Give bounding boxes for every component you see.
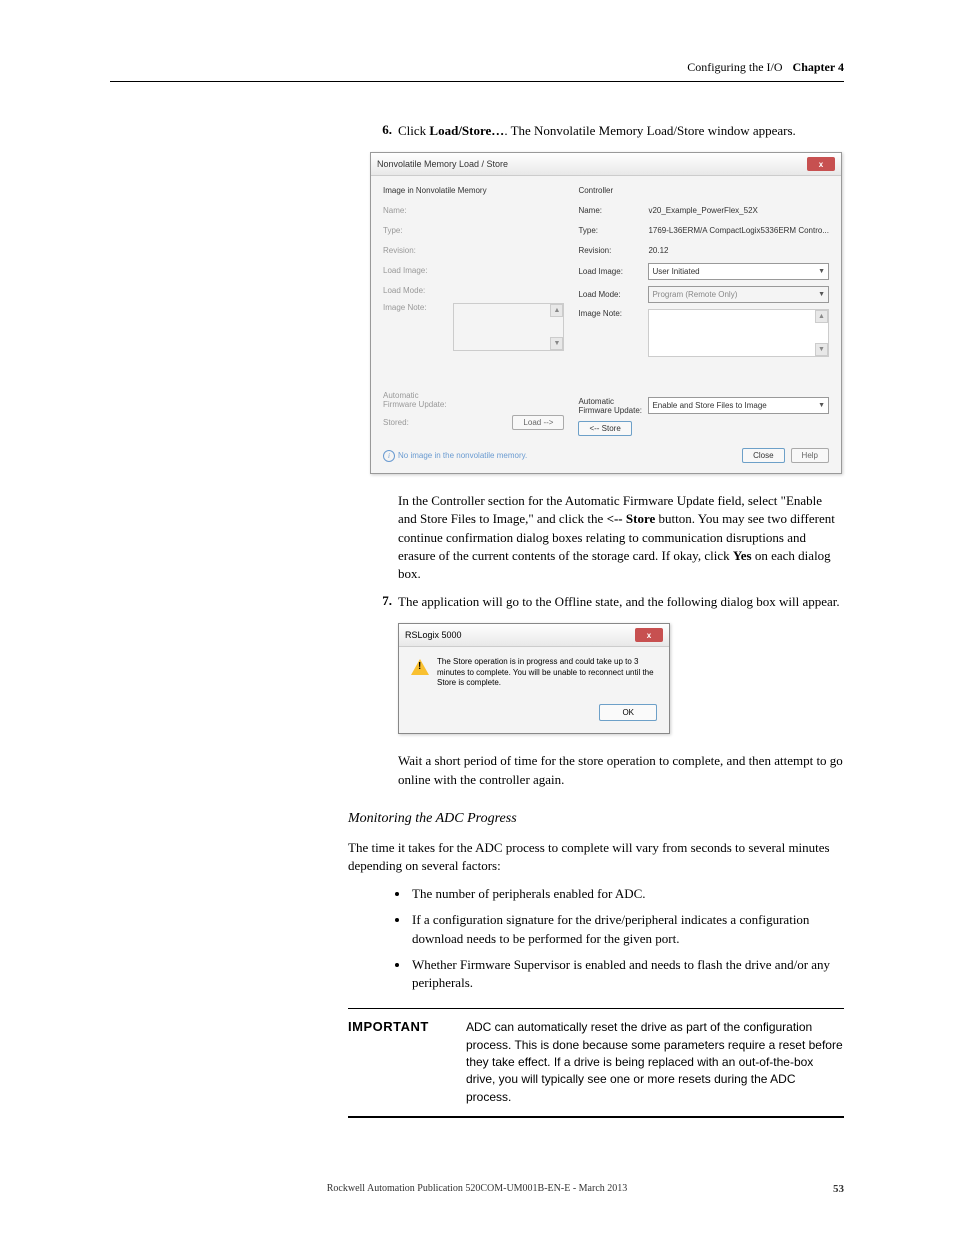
- bold-text: Yes: [733, 548, 752, 563]
- page-footer: Rockwell Automation Publication 520COM-U…: [110, 1183, 844, 1195]
- col-heading: Image in Nonvolatile Memory: [383, 186, 564, 195]
- text: Automatic: [383, 391, 419, 400]
- dialog-message: The Store operation is in progress and c…: [437, 657, 657, 688]
- select-value: User Initiated: [652, 267, 699, 276]
- step-6: 6. Click Load/Store…. The Nonvolatile Me…: [370, 122, 844, 140]
- afu-label: Automatic Firmware Update:: [578, 397, 648, 415]
- afu-select[interactable]: Enable and Store Files to Image ▼: [648, 397, 829, 414]
- list-item: If a configuration signature for the dri…: [410, 911, 844, 947]
- help-button[interactable]: Help: [791, 448, 829, 463]
- load-mode-label: Load Mode:: [578, 290, 648, 299]
- step-text: The application will go to the Offline s…: [398, 593, 844, 611]
- name-value: v20_Example_PowerFlex_52X: [648, 206, 829, 215]
- step-number: 7.: [370, 593, 398, 611]
- type-label: Type:: [383, 226, 453, 235]
- load-image-select[interactable]: User Initiated ▼: [648, 263, 829, 280]
- scroll-up-icon: ▲: [550, 304, 563, 317]
- load-image-label: Load Image:: [383, 266, 453, 275]
- scroll-down-icon: ▼: [550, 337, 563, 350]
- store-button[interactable]: <-- Store: [578, 421, 631, 436]
- status-text: No image in the nonvolatile memory.: [398, 451, 527, 460]
- chevron-down-icon: ▼: [818, 268, 825, 275]
- paragraph: The time it takes for the ADC process to…: [348, 839, 844, 875]
- revision-value: 20.12: [648, 246, 829, 255]
- header-chapter: Chapter 4: [793, 60, 844, 75]
- image-note-label: Image Note:: [383, 303, 453, 312]
- header-section: Configuring the I/O: [687, 60, 782, 75]
- text: . The Nonvolatile Memory Load/Store wind…: [504, 123, 795, 138]
- rslogix-dialog: RSLogix 5000 x The Store operation is in…: [398, 623, 670, 734]
- close-icon[interactable]: x: [635, 628, 663, 642]
- afu-label: Automatic Firmware Update:: [383, 391, 453, 409]
- revision-label: Revision:: [578, 246, 648, 255]
- important-label: IMPORTANT: [348, 1019, 448, 1106]
- text: Firmware Update:: [383, 400, 447, 409]
- text: Firmware Update:: [578, 406, 642, 415]
- close-icon[interactable]: x: [807, 157, 835, 171]
- select-value: Program (Remote Only): [652, 290, 737, 299]
- step-text: Click Load/Store…. The Nonvolatile Memor…: [398, 122, 844, 140]
- bold-text: <-- Store: [607, 511, 656, 526]
- dialog-title: Nonvolatile Memory Load / Store: [377, 159, 508, 169]
- info-icon: i: [383, 450, 395, 462]
- dialog-titlebar: RSLogix 5000 x: [399, 624, 669, 647]
- step-7: 7. The application will go to the Offlin…: [370, 593, 844, 611]
- load-button[interactable]: Load -->: [512, 415, 564, 430]
- important-callout: IMPORTANT ADC can automatically reset th…: [348, 1008, 844, 1118]
- list-item: The number of peripherals enabled for AD…: [410, 885, 844, 903]
- list-item: Whether Firmware Supervisor is enabled a…: [410, 956, 844, 992]
- page-header: Configuring the I/O Chapter 4: [110, 60, 844, 82]
- load-mode-label: Load Mode:: [383, 286, 453, 295]
- dialog-titlebar: Nonvolatile Memory Load / Store x: [371, 153, 841, 176]
- name-label: Name:: [383, 206, 453, 215]
- load-image-label: Load Image:: [578, 267, 648, 276]
- page-number: 53: [833, 1183, 844, 1195]
- paragraph: In the Controller section for the Automa…: [398, 492, 844, 583]
- load-mode-select: Program (Remote Only) ▼: [648, 286, 829, 303]
- type-value: 1769-L36ERM/A CompactLogix5336ERM Contro…: [648, 226, 829, 235]
- step-number: 6.: [370, 122, 398, 140]
- chevron-down-icon: ▼: [818, 402, 825, 409]
- publication-info: Rockwell Automation Publication 520COM-U…: [327, 1183, 628, 1195]
- type-label: Type:: [578, 226, 648, 235]
- warning-icon: [411, 659, 429, 675]
- text: Click: [398, 123, 429, 138]
- name-label: Name:: [578, 206, 648, 215]
- image-note-field: ▲ ▼: [453, 303, 564, 351]
- close-button[interactable]: Close: [742, 448, 784, 463]
- chevron-down-icon: ▼: [818, 291, 825, 298]
- dialog-title: RSLogix 5000: [405, 630, 462, 640]
- text: Automatic: [578, 397, 614, 406]
- image-note-field[interactable]: ▲ ▼: [648, 309, 829, 357]
- revision-label: Revision:: [383, 246, 453, 255]
- nonvolatile-memory-dialog: Nonvolatile Memory Load / Store x Image …: [370, 152, 842, 474]
- important-text: ADC can automatically reset the drive as…: [466, 1019, 844, 1106]
- bold-text: Load/Store…: [429, 123, 504, 138]
- stored-label: Stored:: [383, 418, 453, 427]
- controller-column: Controller Name:v20_Example_PowerFlex_52…: [578, 186, 829, 436]
- image-note-label: Image Note:: [578, 309, 648, 318]
- scroll-down-icon[interactable]: ▼: [815, 343, 828, 356]
- status-message: iNo image in the nonvolatile memory.: [383, 450, 527, 462]
- col-heading: Controller: [578, 186, 829, 195]
- select-value: Enable and Store Files to Image: [652, 401, 766, 410]
- scroll-up-icon[interactable]: ▲: [815, 310, 828, 323]
- dialog-status-bar: iNo image in the nonvolatile memory. Clo…: [371, 442, 841, 473]
- paragraph: Wait a short period of time for the stor…: [398, 752, 844, 788]
- ok-button[interactable]: OK: [599, 704, 657, 721]
- bullet-list: The number of peripherals enabled for AD…: [110, 885, 844, 992]
- subheading: Monitoring the ADC Progress: [348, 811, 844, 827]
- image-in-nvm-column: Image in Nonvolatile Memory Name: Type: …: [383, 186, 564, 436]
